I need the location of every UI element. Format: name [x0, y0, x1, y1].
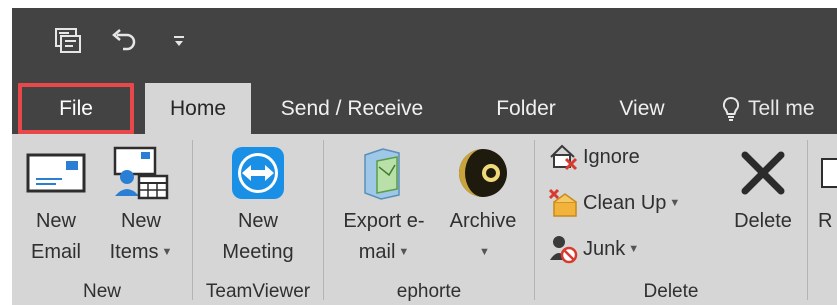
tab-view[interactable]: View: [606, 83, 678, 134]
cut-off-button[interactable]: R: [818, 140, 837, 237]
group-teamviewer: New Meeting TeamViewer: [193, 134, 323, 305]
tab-view-label: View: [619, 96, 665, 120]
lightbulb-icon: [722, 96, 740, 122]
ignore-button[interactable]: Ignore: [545, 140, 640, 174]
tab-send-receive-label: Send / Receive: [280, 96, 424, 120]
ignore-icon: [545, 140, 581, 174]
tell-me-label: Tell me: [748, 96, 815, 120]
clean-up-label: Clean Up: [583, 191, 667, 214]
export-email-line2-text: mail: [358, 241, 396, 263]
export-email-line1: Export e-: [343, 210, 425, 232]
junk-label: Junk: [583, 237, 626, 260]
new-items-line2-text: Items: [109, 241, 159, 263]
quick-access-toolbar: [12, 8, 837, 75]
tab-send-receive[interactable]: Send / Receive: [267, 83, 437, 134]
new-meeting-line1: New: [237, 210, 278, 232]
ignore-label: Ignore: [583, 145, 640, 168]
cut-off-label: R: [818, 210, 833, 232]
customize-quick-access-icon[interactable]: [167, 24, 191, 58]
clean-up-icon: [545, 186, 581, 220]
new-email-button[interactable]: New Email: [16, 140, 96, 268]
dropdown-caret-icon: ▼: [669, 197, 681, 209]
ribbon-tabs: File Home Send / Receive Folder View Tel…: [12, 75, 837, 134]
ribbon-home: New Email New Items ▼ New New Meeting Te…: [12, 134, 837, 305]
clean-up-button[interactable]: Clean Up ▼: [545, 186, 680, 220]
delete-label: Delete: [734, 210, 792, 232]
archive-line1: Archive: [449, 210, 517, 232]
group-teamviewer-label: TeamViewer: [205, 281, 311, 302]
export-email-line2: mail ▼: [359, 237, 410, 268]
new-email-line1: New: [35, 210, 76, 232]
new-items-line1: New: [120, 210, 161, 232]
new-email-line2: Email: [30, 241, 81, 263]
dropdown-caret-icon: ▼: [161, 246, 173, 259]
group-ephorte-label: ephorte: [396, 281, 462, 302]
tab-file[interactable]: File: [18, 83, 134, 134]
new-items-icon: [111, 140, 171, 206]
group-ephorte: Export e- mail ▼ Archive ▼ ephorte: [324, 134, 534, 305]
tell-me-search[interactable]: Tell me: [722, 83, 815, 134]
export-email-button[interactable]: Export e- mail ▼: [332, 140, 436, 268]
tab-file-label: File: [59, 96, 93, 120]
new-meeting-button[interactable]: New Meeting: [207, 140, 309, 268]
junk-button[interactable]: Junk ▼: [545, 232, 639, 266]
cut-off-icon: [818, 140, 837, 206]
junk-icon: [545, 232, 581, 266]
export-folder-icon: [359, 140, 409, 206]
group-delete: Ignore Clean Up ▼ Junk ▼ Delete Delete: [535, 134, 807, 305]
group-new: New Email New Items ▼ New: [12, 134, 192, 305]
archive-line2: ▼: [476, 237, 490, 268]
tab-home[interactable]: Home: [145, 83, 251, 134]
teamviewer-icon: [230, 140, 286, 206]
envelope-icon: [26, 140, 86, 206]
delete-button[interactable]: Delete: [725, 140, 801, 237]
archive-button[interactable]: Archive ▼: [442, 140, 524, 268]
dropdown-caret-icon: ▼: [479, 246, 490, 259]
dropdown-caret-icon: ▼: [628, 243, 640, 255]
outlook-window: File Home Send / Receive Folder View Tel…: [12, 8, 837, 305]
group-separator: [807, 140, 808, 300]
new-items-button[interactable]: New Items ▼: [100, 140, 182, 268]
new-items-line2: Items ▼: [110, 237, 173, 268]
group-delete-label: Delete: [643, 281, 699, 302]
archive-icon: [455, 140, 511, 206]
send-receive-all-folders-icon[interactable]: [50, 24, 86, 58]
tab-folder[interactable]: Folder: [482, 83, 570, 134]
delete-x-icon: [739, 140, 787, 206]
undo-icon[interactable]: [106, 24, 140, 58]
new-meeting-line2: Meeting: [222, 241, 294, 263]
dropdown-caret-icon: ▼: [398, 246, 410, 259]
tab-home-label: Home: [169, 96, 227, 120]
tab-folder-label: Folder: [496, 96, 556, 120]
group-new-label: New: [82, 281, 121, 302]
